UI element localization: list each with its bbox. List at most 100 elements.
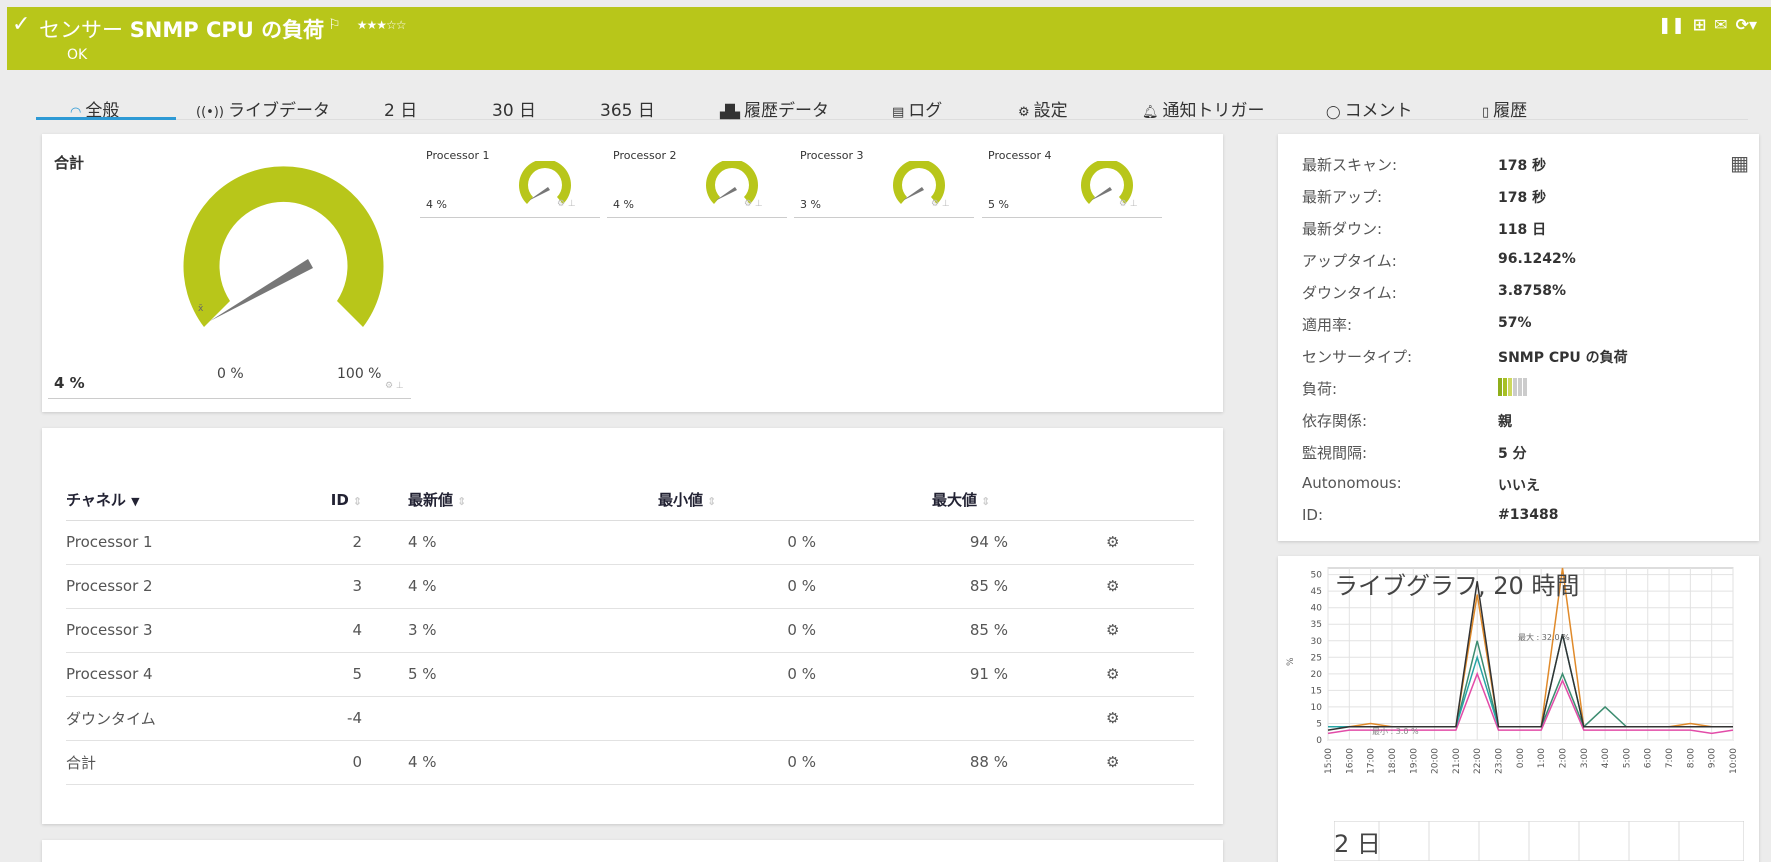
- info-label: 負荷:: [1302, 380, 1338, 398]
- column-max-value[interactable]: 最大値 ⇕: [846, 480, 1036, 521]
- mail-icon[interactable]: ✉: [1714, 15, 1727, 34]
- add-icon[interactable]: ⊞: [1693, 15, 1706, 34]
- y-tick-label: 20: [1311, 670, 1323, 680]
- channel-settings-icon[interactable]: ⚙: [1036, 696, 1194, 741]
- priority-stars[interactable]: ★★★☆☆: [357, 18, 407, 32]
- tab-historic-data[interactable]: ▟▙ 履歴データ: [720, 96, 829, 121]
- flag-icon[interactable]: ⚐: [328, 17, 341, 33]
- total-gauge[interactable]: x̄: [182, 156, 422, 376]
- header-actions: ❚❚ ⊞ ✉ ⟳▾: [1658, 15, 1757, 34]
- table-row[interactable]: Processor 1 2 4 % 0 % 94 % ⚙: [66, 520, 1194, 565]
- tab-settings[interactable]: ⚙ 設定: [1018, 96, 1068, 121]
- refresh-icon[interactable]: ⟳▾: [1736, 15, 1757, 34]
- info-value: 5 分: [1498, 446, 1527, 462]
- table-row[interactable]: Processor 4 5 5 % 0 % 91 % ⚙: [66, 652, 1194, 697]
- channel-id: 0: [286, 740, 376, 785]
- bottom-panel: [42, 840, 1223, 862]
- processor-gauge[interactable]: Processor 2 4 % ⚙ ⊥: [607, 149, 787, 219]
- table-row[interactable]: Processor 3 4 3 % 0 % 85 % ⚙: [66, 608, 1194, 653]
- channel-settings-icon[interactable]: ⚙: [1036, 520, 1194, 565]
- log-icon: ▤: [892, 105, 905, 120]
- tab-log[interactable]: ▤ ログ: [892, 96, 942, 121]
- info-label: 最新ダウン:: [1302, 220, 1383, 238]
- channel-name[interactable]: Processor 4: [66, 652, 286, 697]
- sort-icon: ⇕: [981, 495, 991, 509]
- total-gauge-divider: [48, 398, 411, 399]
- column-channel[interactable]: チャネル ▼: [66, 480, 286, 521]
- channel-name[interactable]: Processor 2: [66, 564, 286, 609]
- column-min-value[interactable]: 最小値 ⇕: [576, 480, 846, 521]
- channel-name[interactable]: 合計: [66, 740, 286, 785]
- x-tick-label: 22:00: [1473, 748, 1483, 774]
- y-tick-label: 10: [1311, 703, 1323, 713]
- channel-name[interactable]: ダウンタイム: [66, 696, 286, 741]
- total-gauge-arc: [183, 166, 384, 327]
- pause-icon[interactable]: ❚❚: [1658, 15, 1685, 34]
- channel-min-value: 0 %: [576, 564, 846, 609]
- total-gauge-value: 4 %: [54, 374, 85, 392]
- min-annotation: 最小 : 3.0 %: [1372, 727, 1419, 736]
- channel-name[interactable]: Processor 3: [66, 608, 286, 653]
- channel-settings-icon[interactable]: ⚙: [1036, 652, 1194, 697]
- gauge-tools-icon[interactable]: ⚙ ⊥: [931, 199, 950, 209]
- live-graph-title: ライブグラフ, 20 時間: [1334, 572, 1580, 600]
- channel-name[interactable]: Processor 1: [66, 520, 286, 565]
- tab-notification-triggers[interactable]: 🔔︎ 通知トリガー: [1142, 96, 1265, 121]
- channel-settings-icon[interactable]: ⚙: [1036, 564, 1194, 609]
- y-tick-label: 50: [1311, 571, 1323, 581]
- table-row[interactable]: Processor 2 3 4 % 0 % 85 % ⚙: [66, 564, 1194, 609]
- x-tick-label: 5:00: [1622, 748, 1632, 768]
- gauge-tools-icon[interactable]: ⚙ ⊥: [557, 199, 576, 209]
- x-tick-label: 19:00: [1409, 748, 1419, 774]
- info-value: 118 日: [1498, 222, 1547, 238]
- y-tick-label: 30: [1311, 637, 1323, 647]
- column-id[interactable]: ID ⇕: [286, 480, 376, 521]
- sensor-info-panel: ▦ 最新スキャン: 178 秒 最新アップ: 178 秒 最新ダウン: 118 …: [1278, 134, 1759, 541]
- processor-gauge-divider: [794, 217, 974, 218]
- tab-365-days[interactable]: 365 日: [600, 96, 655, 121]
- total-gauge-needle: [210, 259, 313, 321]
- channel-last-value: 3 %: [376, 608, 576, 653]
- processor-gauge[interactable]: Processor 1 4 % ⚙ ⊥: [420, 149, 600, 219]
- channel-min-value: 0 %: [576, 608, 846, 653]
- tab-comments[interactable]: ◯ コメント: [1326, 96, 1413, 121]
- load-bar: [1498, 378, 1527, 396]
- info-label: ID:: [1302, 506, 1324, 524]
- tab-history[interactable]: ▯ 履歴: [1482, 96, 1527, 121]
- gauge-tools-icon[interactable]: ⚙ ⊥: [385, 381, 404, 391]
- load-bar-segment: [1508, 378, 1512, 396]
- tab-30-days[interactable]: 30 日: [492, 96, 536, 121]
- tab-2-days[interactable]: 2 日: [384, 96, 417, 121]
- qr-code-icon[interactable]: ▦: [1730, 151, 1749, 175]
- load-bar-segment: [1518, 378, 1522, 396]
- column-last-value[interactable]: 最新値 ⇕: [376, 480, 576, 521]
- channel-settings-icon[interactable]: ⚙: [1036, 740, 1194, 785]
- table-row[interactable]: 合計 0 4 % 0 % 88 % ⚙: [66, 740, 1194, 785]
- y-tick-label: 40: [1311, 604, 1323, 614]
- live-icon: ((•)): [196, 105, 224, 120]
- gauge-tools-icon[interactable]: ⚙ ⊥: [744, 199, 763, 209]
- channel-settings-icon[interactable]: ⚙: [1036, 608, 1194, 653]
- channel-id: -4: [286, 696, 376, 741]
- x-tick-label: 20:00: [1431, 748, 1441, 774]
- channel-last-value: 4 %: [376, 740, 576, 785]
- processor-gauge[interactable]: Processor 3 3 % ⚙ ⊥: [794, 149, 974, 219]
- tab-live-data[interactable]: ((•)) ライブデータ: [196, 96, 330, 121]
- x-tick-label: 18:00: [1388, 748, 1398, 774]
- y-tick-label: 15: [1311, 686, 1322, 696]
- total-gauge-label: 合計: [54, 154, 85, 172]
- title-prefix: センサー: [39, 18, 123, 42]
- y-axis-label: %: [1286, 657, 1296, 666]
- y-tick-label: 35: [1311, 620, 1322, 630]
- processor-gauge-name: Processor 3: [800, 149, 864, 162]
- sort-desc-icon: ▼: [131, 495, 140, 509]
- info-value: SNMP CPU の負荷: [1498, 350, 1628, 366]
- table-row[interactable]: ダウンタイム -4 ⚙: [66, 696, 1194, 741]
- channel-max-value: 85 %: [846, 564, 1036, 609]
- comment-icon: ◯: [1326, 105, 1341, 120]
- processor-gauge[interactable]: Processor 4 5 % ⚙ ⊥: [982, 149, 1162, 219]
- gauge-tools-icon[interactable]: ⚙ ⊥: [1119, 199, 1138, 209]
- x-tick-label: 21:00: [1452, 748, 1462, 774]
- bell-icon: 🔔︎: [1142, 105, 1159, 120]
- processor-gauge-divider: [420, 217, 600, 218]
